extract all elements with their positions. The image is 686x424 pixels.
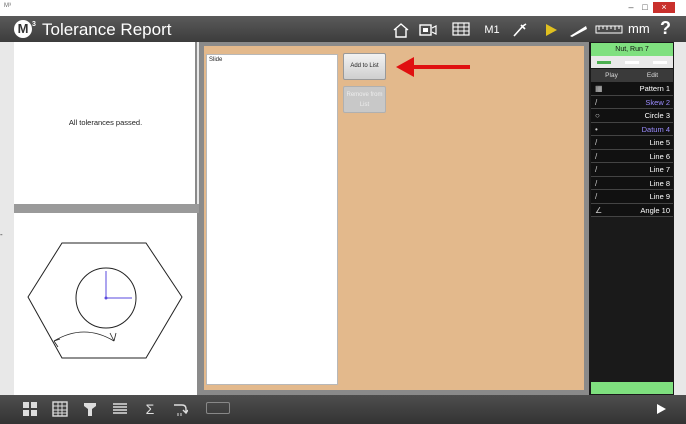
export-button[interactable] [172,401,188,417]
red-arrow-annotation [396,57,470,77]
progress-segment [653,61,667,64]
add-to-list-button[interactable]: Add to List [343,53,386,80]
ruler-icon [595,25,623,34]
report-message: All tolerances passed. [68,118,143,127]
line-icon: / [595,165,598,174]
pattern-icon: ▦ [595,84,603,93]
grid-layout-button[interactable] [22,401,38,417]
window-logo: M³ [4,3,11,9]
statistics-button[interactable]: Σ [142,401,158,417]
m1-button[interactable]: M1 [481,19,503,41]
feature-item[interactable]: ○ Circle 3 [591,109,673,123]
feature-item[interactable]: • Datum 4 [591,122,673,136]
grid-view-button[interactable] [450,19,472,41]
part-drawing [27,242,183,359]
close-button[interactable]: × [653,2,675,13]
app-window: M³ – □ × M3 Tolerance Report M1 mm ? All… [0,0,686,424]
slide-label: Slide [209,57,223,63]
help-button[interactable]: ? [660,18,671,39]
report-panel: All tolerances passed. [14,42,197,204]
panel-splitter[interactable] [14,204,199,213]
unit-label[interactable]: mm [628,21,650,36]
video-button[interactable] [418,19,440,41]
feature-item[interactable]: ∠ Angle 10 [591,203,673,217]
stylus-icon [570,26,587,37]
video-camera-icon [419,24,437,36]
list-button[interactable] [112,401,128,417]
maximize-button[interactable]: □ [639,2,651,13]
progress-strip [591,56,673,68]
tab-edit[interactable]: Edit [632,69,673,82]
minimize-button[interactable]: – [625,2,637,13]
feature-item[interactable]: / Line 8 [591,176,673,190]
probe-icon [513,23,527,37]
grid-icon [452,22,470,36]
feature-tabs: Play Edit [591,69,673,82]
probe-tool-button[interactable] [82,401,98,417]
edge-marker: - [0,230,3,239]
app-logo: M3 [14,20,36,38]
line-icon: / [595,151,598,161]
sigma-icon: Σ [145,401,155,417]
line-icon: / [595,97,598,107]
ruler-button[interactable] [594,19,624,41]
remove-from-list-button[interactable]: Remove from List [343,86,386,113]
part-preview [14,213,199,395]
measure-button[interactable] [567,19,589,41]
part-run-title: Nut, Run 7 [591,43,673,56]
feature-panel-footer [591,382,673,394]
feature-list: ▦ Pattern 1 / Skew 2 ○ Circle 3 • Datum … [591,82,673,217]
progress-segment [597,61,611,64]
line-icon: / [595,178,598,188]
home-icon [393,23,409,38]
circle-icon: ○ [595,111,600,120]
page-title: Tolerance Report [42,20,172,39]
progress-segment [625,61,639,64]
run-button[interactable] [540,19,562,41]
feature-item[interactable]: / Line 9 [591,190,673,204]
feature-item[interactable]: / Line 5 [591,136,673,150]
feature-item[interactable]: / Line 7 [591,163,673,177]
bottom-toolbar [0,395,686,424]
tab-play[interactable]: Play [591,69,632,82]
play-next-icon[interactable] [657,404,666,414]
probe-button[interactable] [509,19,531,41]
play-icon [546,24,557,36]
feature-item[interactable]: / Line 6 [591,149,673,163]
line-icon: / [595,138,598,147]
feature-item[interactable]: ▦ Pattern 1 [591,82,673,96]
point-icon: • [595,124,598,134]
table-button[interactable] [52,401,68,417]
export-icon [174,404,188,416]
angle-icon: ∠ [595,205,603,215]
slide-list[interactable]: Slide [206,54,338,385]
line-icon: / [595,192,598,201]
list-icon [113,403,127,414]
feature-item[interactable]: / Skew 2 [591,95,673,109]
grid-layout-icon [23,402,37,416]
table-icon [52,401,68,417]
probe-tool-icon [84,403,96,416]
home-button[interactable] [390,19,412,41]
preview-slot[interactable] [206,402,230,414]
window-bar: M³ – □ × [0,0,686,16]
